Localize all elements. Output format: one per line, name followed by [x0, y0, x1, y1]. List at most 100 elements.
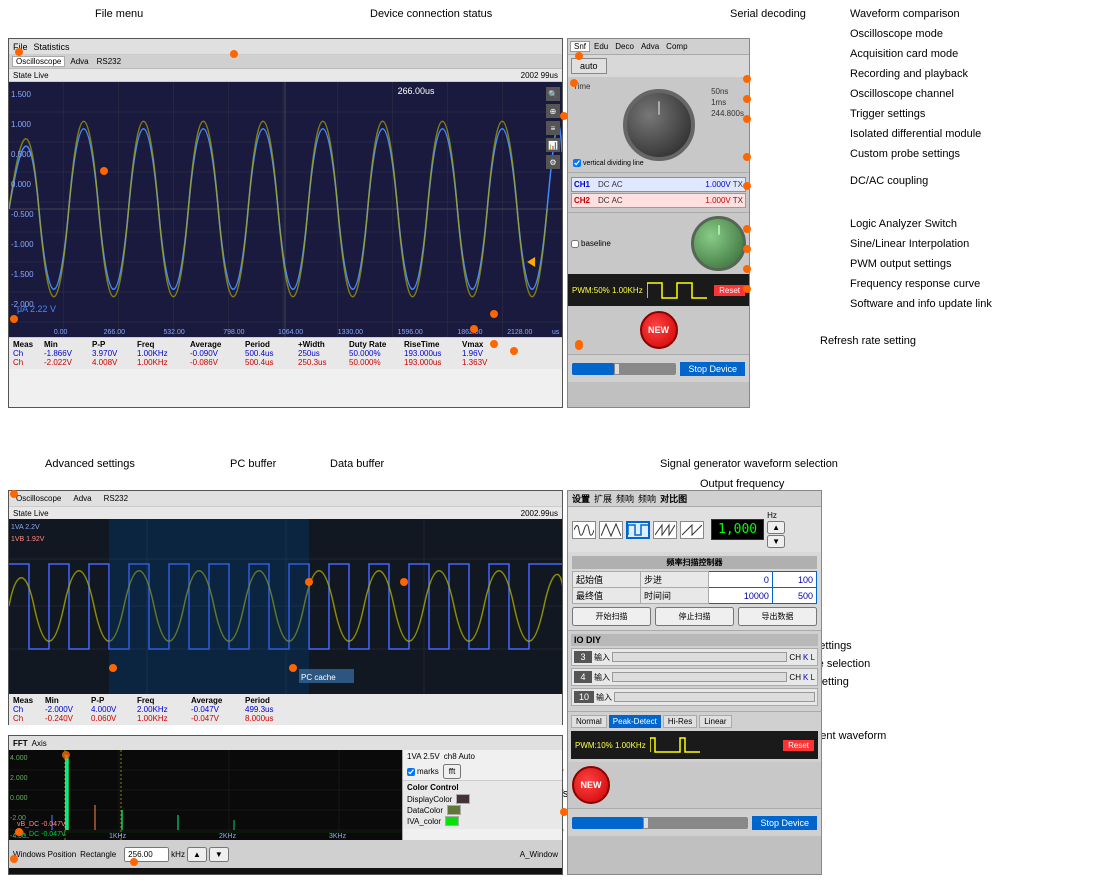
- io-val-3b: K L: [803, 653, 815, 662]
- svg-text:4.000: 4.000: [10, 755, 28, 762]
- sweep-start-btn[interactable]: 开始扫描: [572, 607, 651, 626]
- bot-controls-section: Normal Peak-Detect Hi-Res Linear PWM:10%…: [568, 711, 821, 762]
- siggen-tab2[interactable]: 扩展: [594, 492, 612, 505]
- statistics-menu-btn[interactable]: Statistics: [34, 42, 70, 52]
- time-knob[interactable]: [623, 89, 695, 161]
- signal-gen-wave-label: Signal generator waveform selection: [660, 458, 838, 470]
- time-val-244: 244.800s: [711, 109, 744, 118]
- bot-meas-bar: Meas Ch Ch Min -2.000V -0.240V P-P 4.000…: [9, 694, 562, 725]
- baseline-text: baseline: [581, 239, 611, 248]
- bot-pwm-text: PWM:10% 1.00KHz: [575, 741, 646, 750]
- auto-button[interactable]: auto: [571, 58, 607, 74]
- custom-probe-dot: [743, 153, 751, 161]
- siggen-tab4[interactable]: 频响: [638, 492, 656, 505]
- output-freq-label: Output frequency: [700, 478, 784, 490]
- io-diy-section: IO DIY 3 输入 CH K L 4 输入 CH K L 10 输入: [568, 630, 821, 711]
- linear-btn[interactable]: Linear: [699, 715, 731, 728]
- device-connection-label: Device connection status: [370, 8, 492, 20]
- sweep-time-val[interactable]: 500: [772, 588, 816, 604]
- sweep-end-val[interactable]: 10000: [708, 588, 772, 604]
- bot-new-badge-area: NEW: [568, 762, 821, 808]
- baseline-checkbox[interactable]: [571, 240, 579, 248]
- snf-tab[interactable]: Snf: [570, 41, 590, 52]
- new-badge-area: NEW: [568, 306, 749, 354]
- serial-decoding-dot: [575, 52, 583, 60]
- ramp-wave-btn[interactable]: [680, 521, 704, 539]
- io-val-4b: K L: [803, 673, 815, 682]
- sweep-stop-btn[interactable]: 停止扫描: [655, 607, 734, 626]
- io-num-10: 10: [574, 691, 594, 703]
- marks-checkbox[interactable]: [407, 768, 415, 776]
- oscilloscope-tab[interactable]: Oscilloscope: [12, 56, 65, 67]
- stop-device-btn-bottom[interactable]: Stop Device: [752, 816, 817, 830]
- freq-step-up[interactable]: ▲: [187, 847, 207, 862]
- hi-res-btn[interactable]: Hi-Res: [663, 715, 697, 728]
- triangle-wave-btn[interactable]: [599, 521, 623, 539]
- freq-step-down[interactable]: ▼: [209, 847, 229, 862]
- deco-tab[interactable]: Deco: [612, 42, 637, 51]
- ch1-ac: AC: [612, 180, 623, 189]
- sweep-export-btn[interactable]: 导出数据: [738, 607, 817, 626]
- voltage-knob[interactable]: [691, 216, 746, 271]
- file-menu-label: File menu: [95, 8, 143, 20]
- display-color-swatch[interactable]: [456, 794, 470, 804]
- fft-ch-options: ch8 Auto: [444, 752, 475, 761]
- refresh-rate-slider[interactable]: [572, 363, 676, 375]
- vdl-label-text: vertical dividing line: [583, 160, 644, 167]
- zoom-icon[interactable]: 🔍: [546, 87, 560, 101]
- bot-adva-tab[interactable]: Adva: [70, 494, 94, 503]
- bot-osc-tab[interactable]: Oscilloscope: [13, 494, 64, 503]
- reset-button-top[interactable]: Reset: [714, 285, 745, 296]
- sawtooth-wave-btn[interactable]: [653, 521, 677, 539]
- comp-tab[interactable]: Comp: [663, 42, 690, 51]
- sine-linear-dot: [743, 245, 751, 253]
- adva-tab[interactable]: Adva: [67, 57, 91, 66]
- stop-device-btn-top[interactable]: Stop Device: [680, 362, 745, 376]
- sweep-start-val[interactable]: 0: [708, 572, 772, 588]
- refresh-rate-slider-bot[interactable]: [572, 817, 748, 829]
- vdl-checkbox[interactable]: [573, 159, 581, 167]
- siggen-tab3[interactable]: 频响: [616, 492, 634, 505]
- sweep-step-val[interactable]: 100: [772, 572, 816, 588]
- svg-text:1064.00: 1064.00: [278, 329, 303, 336]
- edu-tab[interactable]: Edu: [591, 42, 611, 51]
- siggen-tab5[interactable]: 对比图: [660, 492, 687, 505]
- freq-up-btn[interactable]: ▲: [767, 521, 785, 534]
- cursor-icon[interactable]: ⊕: [546, 104, 560, 118]
- adva-tab-right[interactable]: Adva: [638, 42, 662, 51]
- refresh-rate-dot: [575, 342, 583, 350]
- peak-detect-btn[interactable]: Peak-Detect: [609, 715, 661, 728]
- waveform-comparison-label: Waveform comparison: [850, 8, 960, 20]
- serial-decoding-label: Serial decoding: [730, 8, 806, 20]
- freq-down-btn[interactable]: ▼: [767, 535, 785, 548]
- meas-col-width: +Width 250us 250.3us: [298, 340, 346, 367]
- new-badge[interactable]: NEW: [640, 311, 678, 349]
- va-color-swatch[interactable]: [445, 816, 459, 826]
- meas-icon[interactable]: ≡: [546, 121, 560, 135]
- fft-spectrum-analysis-dot: [130, 858, 138, 866]
- cursor-ruler-dot: [560, 112, 568, 120]
- data-color-swatch[interactable]: [447, 805, 461, 815]
- reset-btn-bottom[interactable]: Reset: [783, 740, 814, 751]
- waveform-display-area: 1.500 1.000 0.500 0.000 -0.500 -1.000 -1…: [9, 82, 562, 337]
- svg-text:1596.00: 1596.00: [398, 329, 423, 336]
- sweep-title: 频率扫描控制器: [572, 556, 817, 569]
- bot-rs232-tab[interactable]: RS232: [101, 494, 131, 503]
- normal-mode-btn[interactable]: Normal: [571, 715, 607, 728]
- bot-sample-rate: 2002.99us: [521, 509, 558, 518]
- freq-display: 1,000: [711, 519, 764, 540]
- bot-meas-min: Min -2.000V -0.240V: [45, 696, 87, 723]
- svg-text:1.000: 1.000: [11, 120, 31, 129]
- bot-new-badge[interactable]: NEW: [572, 766, 610, 804]
- baseline-checkbox-row: baseline: [571, 239, 611, 248]
- chart-icon[interactable]: 📊: [546, 138, 560, 152]
- sample-rate-display: 2002 99us: [521, 71, 558, 80]
- sine-wave-btn[interactable]: [572, 521, 596, 539]
- time-val-50ns: 50ns: [711, 87, 744, 96]
- pc-buffer-indicator-dot: [109, 664, 117, 672]
- fft-btn[interactable]: fft: [443, 764, 462, 779]
- rs232-tab[interactable]: RS232: [94, 57, 124, 66]
- settings-icon-right[interactable]: ⚙: [546, 155, 560, 169]
- data-color-label: DataColor: [407, 806, 443, 815]
- square-wave-btn[interactable]: [626, 521, 650, 539]
